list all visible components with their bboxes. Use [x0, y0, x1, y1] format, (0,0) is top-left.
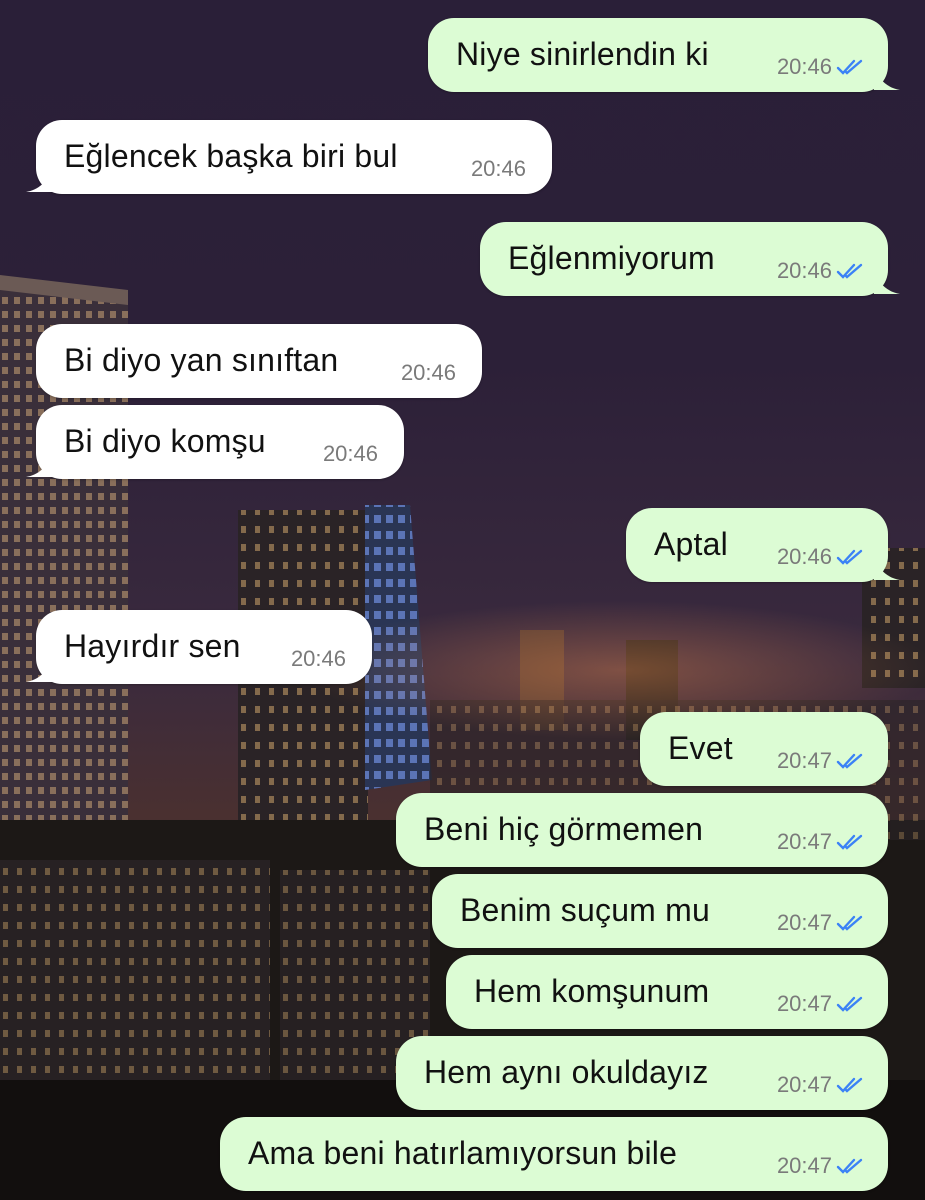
- message-text: Evet: [668, 730, 733, 766]
- message-text: Eğlenmiyorum: [508, 240, 715, 276]
- message-row: Eğlenmiyorum 20:46: [0, 222, 925, 298]
- message-time: 20:47: [776, 829, 832, 854]
- message-time: 20:47: [776, 991, 832, 1016]
- outgoing-message[interactable]: Niye sinirlendin ki 20:46: [428, 18, 900, 92]
- double-check-icon: [836, 996, 863, 1012]
- bubble-tail: [26, 658, 52, 682]
- message-text: Bi diyo yan sınıftan: [64, 342, 339, 378]
- outgoing-message[interactable]: Ama beni hatırlamıyorsun bile 20:47: [220, 1117, 888, 1191]
- bubble-tail: [26, 453, 52, 477]
- message-time: 20:46: [400, 360, 456, 385]
- message-text: Aptal: [654, 526, 728, 562]
- outgoing-message[interactable]: Hem aynı okuldayız 20:47: [396, 1036, 888, 1110]
- message-meta: 20:46: [401, 360, 456, 386]
- bubble-tail: [874, 66, 900, 90]
- outgoing-message[interactable]: Benim suçum mu 20:47: [432, 874, 888, 948]
- message-meta: 20:46: [777, 258, 866, 284]
- message-time: 20:46: [776, 54, 832, 79]
- message-text: Hem aynı okuldayız: [424, 1054, 709, 1090]
- double-check-icon: [836, 549, 863, 565]
- message-row: Hem aynı okuldayız 20:47: [0, 1036, 925, 1112]
- outgoing-message[interactable]: Hem komşunum 20:47: [446, 955, 888, 1029]
- message-row: Bi diyo komşu 20:46: [0, 405, 925, 481]
- message-meta: 20:46: [777, 544, 866, 570]
- message-row: Beni hiç görmemen 20:47: [0, 793, 925, 869]
- outgoing-message[interactable]: Evet 20:47: [640, 712, 888, 786]
- message-meta: 20:47: [777, 1072, 866, 1098]
- double-check-icon: [836, 59, 863, 75]
- message-row: Niye sinirlendin ki 20:46: [0, 18, 925, 94]
- message-row: Eğlencek başka biri bul 20:46: [0, 120, 925, 196]
- message-text: Beni hiç görmemen: [424, 811, 704, 847]
- message-meta: 20:46: [777, 54, 866, 80]
- message-row: Ama beni hatırlamıyorsun bile 20:47: [0, 1117, 925, 1193]
- message-meta: 20:46: [323, 441, 378, 467]
- bubble-tail: [26, 168, 52, 192]
- double-check-icon: [836, 915, 863, 931]
- outgoing-message[interactable]: Eğlenmiyorum 20:46: [480, 222, 900, 296]
- message-text: Niye sinirlendin ki: [456, 36, 709, 72]
- message-text: Eğlencek başka biri bul: [64, 138, 398, 174]
- message-text: Bi diyo komşu: [64, 423, 266, 459]
- message-time: 20:47: [776, 910, 832, 935]
- incoming-message[interactable]: Bi diyo yan sınıftan 20:46: [36, 324, 482, 398]
- message-time: 20:47: [776, 1153, 832, 1178]
- message-meta: 20:46: [291, 646, 346, 672]
- outgoing-message[interactable]: Beni hiç görmemen 20:47: [396, 793, 888, 867]
- incoming-message[interactable]: Eğlencek başka biri bul 20:46: [26, 120, 552, 194]
- message-meta: 20:46: [471, 156, 526, 182]
- message-meta: 20:47: [777, 910, 866, 936]
- outgoing-message[interactable]: Aptal 20:46: [626, 508, 900, 582]
- message-time: 20:47: [776, 748, 832, 773]
- message-time: 20:46: [290, 646, 346, 671]
- message-row: Aptal 20:46: [0, 508, 925, 584]
- message-time: 20:46: [322, 441, 378, 466]
- double-check-icon: [836, 753, 863, 769]
- message-meta: 20:47: [777, 829, 866, 855]
- double-check-icon: [836, 1077, 863, 1093]
- double-check-icon: [836, 834, 863, 850]
- message-row: Hem komşunum 20:47: [0, 955, 925, 1031]
- message-time: 20:47: [776, 1072, 832, 1097]
- bubble-tail: [874, 270, 900, 294]
- message-text: Hayırdır sen: [64, 628, 241, 664]
- incoming-message[interactable]: Hayırdır sen 20:46: [26, 610, 372, 684]
- message-text: Hem komşunum: [474, 973, 710, 1009]
- bubble-tail: [874, 556, 900, 580]
- message-meta: 20:47: [777, 991, 866, 1017]
- message-row: Hayırdır sen 20:46: [0, 610, 925, 686]
- message-time: 20:46: [776, 258, 832, 283]
- message-time: 20:46: [776, 544, 832, 569]
- message-row: Bi diyo yan sınıftan 20:46: [0, 324, 925, 400]
- message-meta: 20:47: [777, 748, 866, 774]
- message-row: Benim suçum mu 20:47: [0, 874, 925, 950]
- double-check-icon: [836, 1158, 863, 1174]
- incoming-message[interactable]: Bi diyo komşu 20:46: [26, 405, 404, 479]
- message-text: Ama beni hatırlamıyorsun bile: [248, 1135, 678, 1171]
- message-text: Benim suçum mu: [460, 892, 710, 928]
- message-time: 20:46: [470, 156, 526, 181]
- message-meta: 20:47: [777, 1153, 866, 1179]
- double-check-icon: [836, 263, 863, 279]
- message-row: Evet 20:47: [0, 712, 925, 788]
- chat-thread: Niye sinirlendin ki 20:46 Eğlencek başka…: [0, 0, 925, 1200]
